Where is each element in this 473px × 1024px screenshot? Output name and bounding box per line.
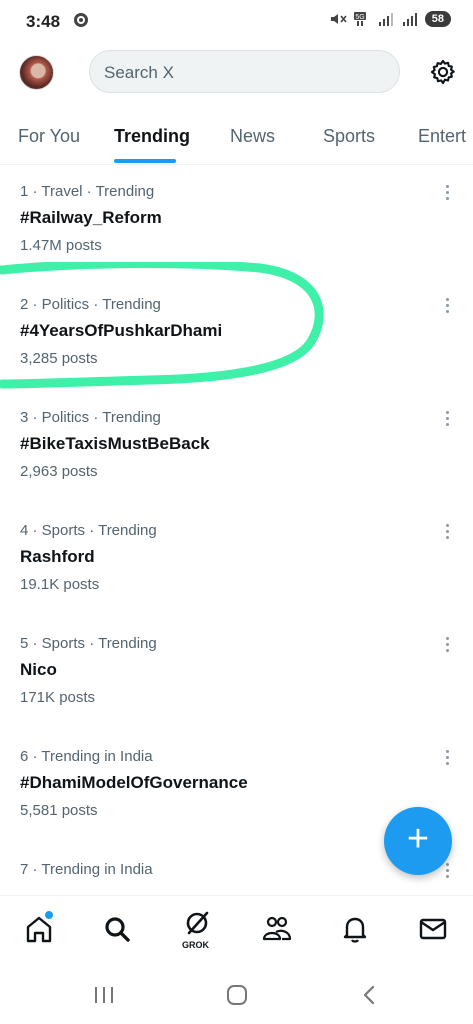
search-placeholder: Search X	[104, 63, 174, 82]
more-options-icon[interactable]	[441, 522, 453, 540]
trend-name: Rashford	[20, 547, 95, 566]
signal-2-icon	[402, 13, 417, 26]
tab-sports[interactable]: Sports	[323, 126, 375, 147]
trend-name: #4YearsOfPushkarDhami	[20, 321, 223, 340]
status-time: 3:48	[26, 12, 61, 31]
trend-post-count: 2,963 posts	[20, 463, 98, 480]
active-tab-indicator	[114, 159, 176, 163]
whatsapp-icon	[74, 13, 88, 27]
trend-name: #DhamiModelOfGovernance	[20, 773, 248, 792]
plus-icon: +	[406, 818, 430, 860]
avatar[interactable]	[19, 55, 54, 90]
compose-button[interactable]: +	[384, 807, 452, 875]
trend-meta: 7 · Trending in India	[20, 861, 153, 878]
back-icon[interactable]	[360, 984, 378, 1006]
trend-meta: 5 · Sports · Trending	[20, 635, 157, 652]
bottom-nav: GROK	[0, 895, 473, 966]
trend-meta: 4 · Sports · Trending	[20, 522, 157, 539]
trend-post-count: 1.47M posts	[20, 237, 102, 254]
tab-trending[interactable]: Trending	[114, 126, 190, 147]
battery-indicator: 58	[424, 11, 451, 27]
mute-icon	[330, 14, 347, 24]
trend-post-count: 171K posts	[20, 689, 96, 706]
svg-text:5G: 5G	[355, 14, 364, 21]
more-options-icon[interactable]	[441, 296, 453, 314]
trend-name: Nico	[20, 660, 57, 679]
more-options-icon[interactable]	[441, 409, 453, 427]
home-button-icon[interactable]	[226, 984, 248, 1006]
trend-post-count: 5,581 posts	[20, 802, 98, 819]
trend-item[interactable]: 3 · Politics · Trending #BikeTaxisMustBe…	[0, 409, 473, 522]
tab-news[interactable]: News	[230, 126, 275, 147]
more-options-icon[interactable]	[441, 183, 453, 201]
notification-dot	[44, 910, 54, 920]
search-icon[interactable]	[100, 912, 134, 946]
tab-entertainment[interactable]: Entert	[418, 126, 466, 147]
trend-meta: 6 · Trending in India	[20, 748, 153, 765]
trend-meta: 2 · Politics · Trending	[20, 296, 161, 313]
status-bar: 3:48 5G 58	[0, 0, 473, 44]
signal-icon	[378, 13, 393, 26]
trend-post-count: 3,285 posts	[20, 350, 98, 367]
tab-for-you[interactable]: For You	[18, 126, 80, 147]
trend-item[interactable]: 2 · Politics · Trending #4YearsOfPushkar…	[0, 296, 473, 409]
trend-meta: 3 · Politics · Trending	[20, 409, 161, 426]
search-input[interactable]: Search X	[89, 50, 400, 93]
more-options-icon[interactable]	[441, 635, 453, 653]
trend-post-count: 19.1K posts	[20, 576, 100, 593]
trend-name: #BikeTaxisMustBeBack	[20, 434, 210, 453]
trend-name: #Railway_Reform	[20, 208, 162, 227]
communities-icon[interactable]	[260, 912, 294, 946]
recent-apps-icon[interactable]	[92, 985, 116, 1005]
more-options-icon[interactable]	[441, 748, 453, 766]
trend-item[interactable]: 5 · Sports · Trending Nico 171K posts	[0, 635, 473, 748]
system-nav-bar	[0, 965, 473, 1024]
signal-5g-icon: 5G	[353, 12, 366, 26]
grok-icon[interactable]	[180, 906, 214, 940]
mail-icon[interactable]	[416, 912, 450, 946]
trend-item[interactable]: 4 · Sports · Trending Rashford 19.1K pos…	[0, 522, 473, 635]
trend-item[interactable]: 1 · Travel · Trending #Railway_Reform 1.…	[0, 183, 473, 296]
bell-icon[interactable]	[338, 912, 372, 946]
trend-meta: 1 · Travel · Trending	[20, 183, 155, 200]
gear-icon[interactable]	[429, 58, 457, 86]
grok-label: GROK	[182, 940, 209, 950]
tab-bar: For You Trending News Sports Entert	[0, 112, 473, 165]
